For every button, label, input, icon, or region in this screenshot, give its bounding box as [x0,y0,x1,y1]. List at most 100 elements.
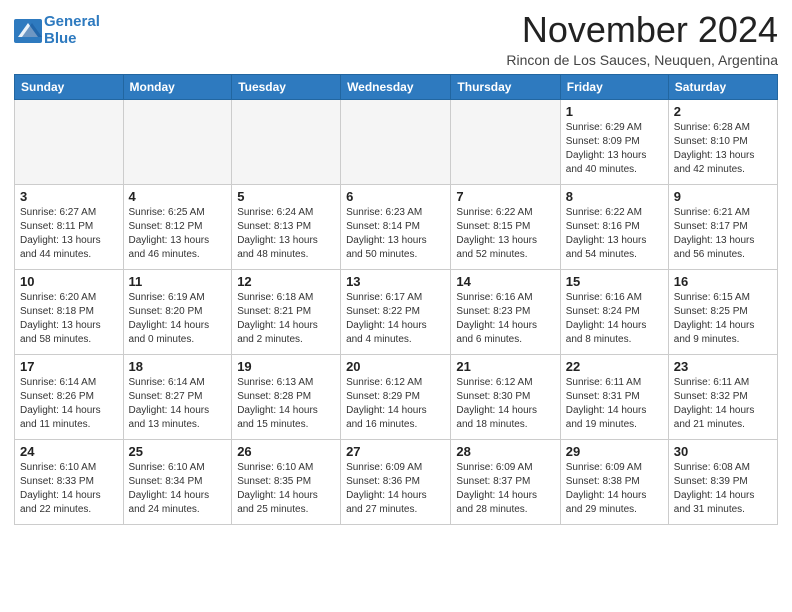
day-number: 25 [129,444,227,459]
day-info: Sunrise: 6:19 AM Sunset: 8:20 PM Dayligh… [129,291,227,347]
calendar-cell: 19 Sunrise: 6:13 AM Sunset: 8:28 PM Dayli… [232,354,341,439]
week-row-1: 1Sunrise: 6:29 AM Sunset: 8:09 PM Daylig… [15,99,778,184]
weekday-header-thursday: Thursday [451,74,560,99]
calendar-cell [451,99,560,184]
day-info: Sunrise: 6:08 AM Sunset: 8:39 PM Dayligh… [674,461,772,517]
month-title: November 2024 [506,10,778,50]
title-block: November 2024 Rincon de Los Sauces, Neuq… [506,10,778,68]
logo-line1: General [44,13,100,30]
day-number: 6 [346,189,445,204]
day-info: Sunrise: 6:22 AM Sunset: 8:16 PM Dayligh… [566,206,663,262]
day-info: Sunrise: 6:11 AM Sunset: 8:31 PM Dayligh… [566,376,663,432]
calendar-cell: 13Sunrise: 6:17 AM Sunset: 8:22 PM Dayli… [341,269,451,354]
calendar-cell: 26 Sunrise: 6:10 AM Sunset: 8:35 PM Dayli… [232,439,341,524]
day-number: 19 [237,359,335,374]
day-info: Sunrise: 6:11 AM Sunset: 8:32 PM Dayligh… [674,376,772,432]
logo-icon [14,19,42,43]
calendar-cell: 18Sunrise: 6:14 AM Sunset: 8:27 PM Dayli… [123,354,232,439]
day-number: 27 [346,444,445,459]
day-info: Sunrise: 6:25 AM Sunset: 8:12 PM Dayligh… [129,206,227,262]
day-number: 29 [566,444,663,459]
calendar-cell: 21 Sunrise: 6:12 AM Sunset: 8:30 PM Dayli… [451,354,560,439]
calendar-cell: 6 Sunrise: 6:23 AM Sunset: 8:14 PM Daylig… [341,184,451,269]
day-number: 14 [456,274,554,289]
day-info: Sunrise: 6:09 AM Sunset: 8:36 PM Dayligh… [346,461,445,517]
day-number: 1 [566,104,663,119]
calendar-cell: 27 Sunrise: 6:09 AM Sunset: 8:36 PM Dayli… [341,439,451,524]
calendar-cell: 16 Sunrise: 6:15 AM Sunset: 8:25 PM Dayli… [668,269,777,354]
calendar-cell: 9 Sunrise: 6:21 AM Sunset: 8:17 PM Daylig… [668,184,777,269]
day-number: 7 [456,189,554,204]
day-info: Sunrise: 6:23 AM Sunset: 8:14 PM Dayligh… [346,206,445,262]
weekday-header-monday: Monday [123,74,232,99]
day-number: 8 [566,189,663,204]
day-info: Sunrise: 6:28 AM Sunset: 8:10 PM Dayligh… [674,121,772,177]
calendar-cell: 2Sunrise: 6:28 AM Sunset: 8:10 PM Daylig… [668,99,777,184]
week-row-2: 3 Sunrise: 6:27 AM Sunset: 8:11 PM Daylig… [15,184,778,269]
day-number: 13 [346,274,445,289]
weekday-header-row: SundayMondayTuesdayWednesdayThursdayFrid… [15,74,778,99]
day-info: Sunrise: 6:22 AM Sunset: 8:15 PM Dayligh… [456,206,554,262]
day-number: 3 [20,189,118,204]
day-number: 5 [237,189,335,204]
day-info: Sunrise: 6:27 AM Sunset: 8:11 PM Dayligh… [20,206,118,262]
day-info: Sunrise: 6:15 AM Sunset: 8:25 PM Dayligh… [674,291,772,347]
calendar-cell: 1Sunrise: 6:29 AM Sunset: 8:09 PM Daylig… [560,99,668,184]
week-row-3: 10Sunrise: 6:20 AM Sunset: 8:18 PM Dayli… [15,269,778,354]
day-number: 23 [674,359,772,374]
logo: General Blue [14,14,100,47]
day-info: Sunrise: 6:12 AM Sunset: 8:30 PM Dayligh… [456,376,554,432]
day-info: Sunrise: 6:16 AM Sunset: 8:24 PM Dayligh… [566,291,663,347]
day-info: Sunrise: 6:21 AM Sunset: 8:17 PM Dayligh… [674,206,772,262]
weekday-header-wednesday: Wednesday [341,74,451,99]
day-number: 28 [456,444,554,459]
calendar-cell: 12 Sunrise: 6:18 AM Sunset: 8:21 PM Dayli… [232,269,341,354]
calendar-cell: 11Sunrise: 6:19 AM Sunset: 8:20 PM Dayli… [123,269,232,354]
day-number: 24 [20,444,118,459]
weekday-header-friday: Friday [560,74,668,99]
calendar-cell: 5 Sunrise: 6:24 AM Sunset: 8:13 PM Daylig… [232,184,341,269]
day-number: 20 [346,359,445,374]
calendar-cell: 15 Sunrise: 6:16 AM Sunset: 8:24 PM Dayli… [560,269,668,354]
day-number: 9 [674,189,772,204]
day-info: Sunrise: 6:16 AM Sunset: 8:23 PM Dayligh… [456,291,554,347]
calendar-cell: 10Sunrise: 6:20 AM Sunset: 8:18 PM Dayli… [15,269,124,354]
week-row-4: 17Sunrise: 6:14 AM Sunset: 8:26 PM Dayli… [15,354,778,439]
day-number: 16 [674,274,772,289]
weekday-header-saturday: Saturday [668,74,777,99]
day-info: Sunrise: 6:09 AM Sunset: 8:37 PM Dayligh… [456,461,554,517]
week-row-5: 24 Sunrise: 6:10 AM Sunset: 8:33 PM Dayli… [15,439,778,524]
calendar-cell [15,99,124,184]
day-info: Sunrise: 6:10 AM Sunset: 8:33 PM Dayligh… [20,461,118,517]
day-number: 26 [237,444,335,459]
calendar-cell: 30Sunrise: 6:08 AM Sunset: 8:39 PM Dayli… [668,439,777,524]
calendar-cell [123,99,232,184]
calendar-cell: 14 Sunrise: 6:16 AM Sunset: 8:23 PM Dayli… [451,269,560,354]
day-number: 22 [566,359,663,374]
day-number: 15 [566,274,663,289]
calendar-cell: 8 Sunrise: 6:22 AM Sunset: 8:16 PM Daylig… [560,184,668,269]
weekday-header-tuesday: Tuesday [232,74,341,99]
logo-line2: Blue [44,30,77,47]
calendar-cell: 17Sunrise: 6:14 AM Sunset: 8:26 PM Dayli… [15,354,124,439]
header: General Blue November 2024 Rincon de Los… [14,10,778,68]
day-info: Sunrise: 6:09 AM Sunset: 8:38 PM Dayligh… [566,461,663,517]
day-number: 12 [237,274,335,289]
logo-text: General Blue [44,14,100,47]
day-number: 17 [20,359,118,374]
day-info: Sunrise: 6:24 AM Sunset: 8:13 PM Dayligh… [237,206,335,262]
day-info: Sunrise: 6:12 AM Sunset: 8:29 PM Dayligh… [346,376,445,432]
calendar-cell: 28 Sunrise: 6:09 AM Sunset: 8:37 PM Dayli… [451,439,560,524]
calendar-cell: 3 Sunrise: 6:27 AM Sunset: 8:11 PM Daylig… [15,184,124,269]
day-number: 21 [456,359,554,374]
day-info: Sunrise: 6:13 AM Sunset: 8:28 PM Dayligh… [237,376,335,432]
day-info: Sunrise: 6:18 AM Sunset: 8:21 PM Dayligh… [237,291,335,347]
calendar-cell: 24 Sunrise: 6:10 AM Sunset: 8:33 PM Dayli… [15,439,124,524]
calendar-cell: 23 Sunrise: 6:11 AM Sunset: 8:32 PM Dayli… [668,354,777,439]
page: General Blue November 2024 Rincon de Los… [0,0,792,535]
day-info: Sunrise: 6:10 AM Sunset: 8:35 PM Dayligh… [237,461,335,517]
weekday-header-sunday: Sunday [15,74,124,99]
day-info: Sunrise: 6:10 AM Sunset: 8:34 PM Dayligh… [129,461,227,517]
day-number: 4 [129,189,227,204]
day-number: 18 [129,359,227,374]
